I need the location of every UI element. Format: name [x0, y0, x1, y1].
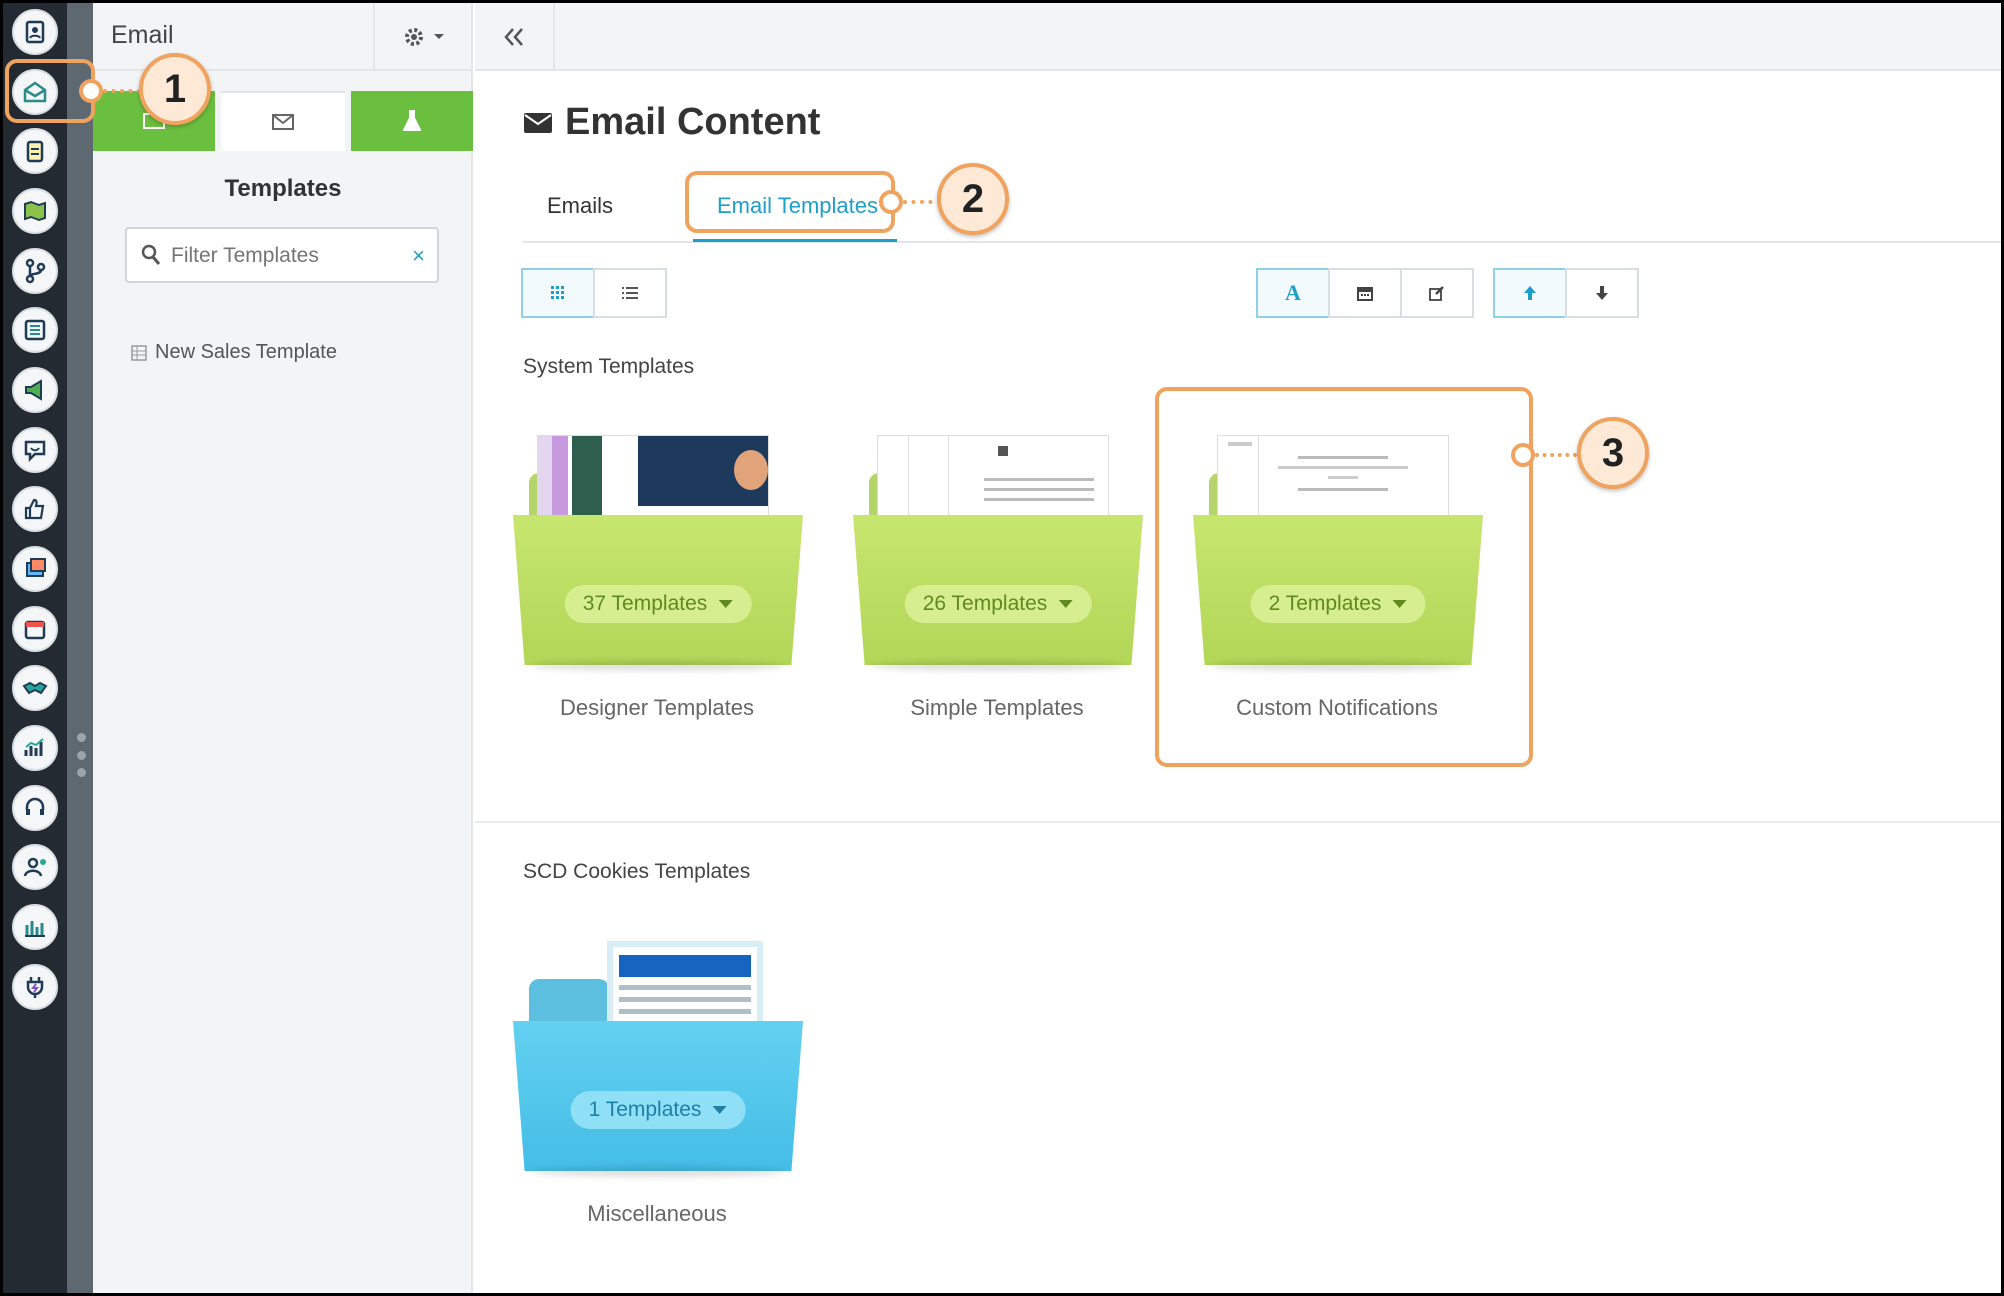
chat-icon[interactable] — [12, 427, 58, 473]
user-star-icon[interactable] — [12, 844, 58, 890]
arrow-up-icon — [1524, 286, 1536, 300]
app-nav-rail — [3, 3, 67, 1293]
sort-modified-button[interactable] — [1400, 268, 1474, 318]
filter-templates-input[interactable] — [171, 239, 401, 273]
template-count-pill[interactable]: 1 Templates — [570, 1091, 746, 1129]
rail-resize-handle[interactable] — [75, 733, 87, 777]
image-gallery-icon[interactable] — [12, 546, 58, 592]
callout-connector — [1535, 453, 1577, 457]
list-view-button[interactable] — [593, 268, 667, 318]
sort-date-button[interactable] — [1328, 268, 1402, 318]
envelope-icon — [524, 112, 552, 133]
forms-icon[interactable] — [12, 128, 58, 174]
panel-section-title: Templates — [224, 175, 342, 202]
section-divider — [475, 821, 2001, 823]
table-icon — [131, 344, 147, 361]
sort-descending-button[interactable] — [1565, 268, 1639, 318]
gear-icon — [405, 28, 423, 46]
page-title-text: Email Content — [565, 101, 821, 143]
caret-down-icon — [712, 1106, 727, 1114]
page-title: Email Content — [523, 101, 820, 144]
arrow-down-icon — [1596, 286, 1608, 300]
template-count: 26 Templates — [922, 592, 1048, 615]
panel-header: Email — [93, 3, 471, 71]
tab-emails[interactable]: Emails — [547, 193, 613, 219]
sort-alpha-button[interactable]: A — [1256, 268, 1330, 318]
plug-icon[interactable] — [12, 964, 58, 1010]
folder-shadow — [531, 661, 785, 671]
thumbs-up-icon[interactable] — [12, 486, 58, 532]
rail-resize-strip[interactable] — [67, 3, 93, 1293]
caret-down-icon — [434, 34, 444, 39]
tree-item-template[interactable]: New Sales Template — [131, 341, 337, 364]
caret-down-icon — [718, 600, 733, 608]
app-window: Email Templates × New Sales Temp — [3, 3, 2001, 1293]
callout-anchor — [1511, 443, 1535, 467]
megaphone-icon[interactable] — [12, 367, 58, 413]
top-bar — [475, 3, 2001, 71]
folder-simple-templates[interactable]: 26 Templates — [853, 435, 1143, 675]
callout-connector — [903, 200, 941, 204]
panel-tab-tests[interactable] — [351, 91, 473, 151]
alpha-sort-icon: A — [1285, 280, 1301, 305]
settings-menu-button[interactable] — [373, 3, 473, 71]
filter-templates-field[interactable]: × — [125, 227, 439, 283]
reports-icon[interactable] — [12, 904, 58, 950]
folder-label-simple: Simple Templates — [910, 695, 1084, 720]
tree-item-label: New Sales Template — [155, 341, 337, 363]
callout-highlight-email-templates-tab — [685, 171, 895, 233]
calendar-icon[interactable] — [12, 606, 58, 652]
folder-label-designer: Designer Templates — [559, 695, 755, 720]
folder-miscellaneous[interactable]: 1 Templates — [513, 941, 803, 1181]
panel-tab-templates[interactable] — [221, 91, 345, 151]
sort-ascending-button[interactable] — [1493, 268, 1567, 318]
template-count: 1 Templates — [588, 1098, 702, 1121]
folder-designer-templates[interactable]: 37 Templates — [513, 435, 803, 675]
callout-anchor — [879, 190, 903, 214]
workflow-icon[interactable] — [12, 248, 58, 294]
map-icon[interactable] — [12, 188, 58, 234]
grid-icon — [551, 286, 564, 299]
folder-shadow — [531, 1167, 785, 1177]
active-tab-indicator — [693, 239, 897, 242]
templates-side-panel: Email Templates × New Sales Temp — [93, 3, 473, 1293]
section-title-scd-cookies: SCD Cookies Templates — [523, 860, 751, 883]
callout-highlight-custom-notifications — [1155, 387, 1533, 767]
collapse-panel-button[interactable] — [475, 3, 555, 71]
folder-label-miscellaneous: Miscellaneous — [587, 1201, 727, 1226]
edit-icon — [1429, 286, 1444, 301]
callout-anchor — [79, 79, 103, 103]
double-chevron-left-icon — [504, 28, 523, 46]
folder-shadow — [871, 661, 1125, 671]
search-icon — [141, 244, 161, 265]
section-title-system-templates: System Templates — [523, 355, 695, 378]
contacts-icon[interactable] — [12, 9, 58, 55]
list-icon[interactable] — [12, 307, 58, 353]
support-headset-icon[interactable] — [12, 785, 58, 831]
envelope-icon — [272, 114, 294, 130]
callout-number: 3 — [1577, 417, 1649, 489]
list-icon — [622, 287, 638, 299]
calendar-icon — [1357, 287, 1373, 301]
grid-view-button[interactable] — [521, 268, 595, 318]
caret-down-icon — [1058, 600, 1073, 608]
flask-icon — [403, 110, 421, 131]
clear-filter-button[interactable]: × — [412, 243, 425, 269]
callout-connector — [103, 89, 141, 93]
analytics-icon[interactable] — [12, 725, 58, 771]
template-count: 37 Templates — [582, 592, 708, 615]
callout-number: 1 — [139, 53, 211, 125]
callout-number: 2 — [937, 163, 1009, 235]
template-count-pill[interactable]: 37 Templates — [564, 585, 752, 623]
template-count-pill[interactable]: 26 Templates — [904, 585, 1092, 623]
panel-title: Email — [111, 21, 174, 49]
handshake-icon[interactable] — [12, 665, 58, 711]
